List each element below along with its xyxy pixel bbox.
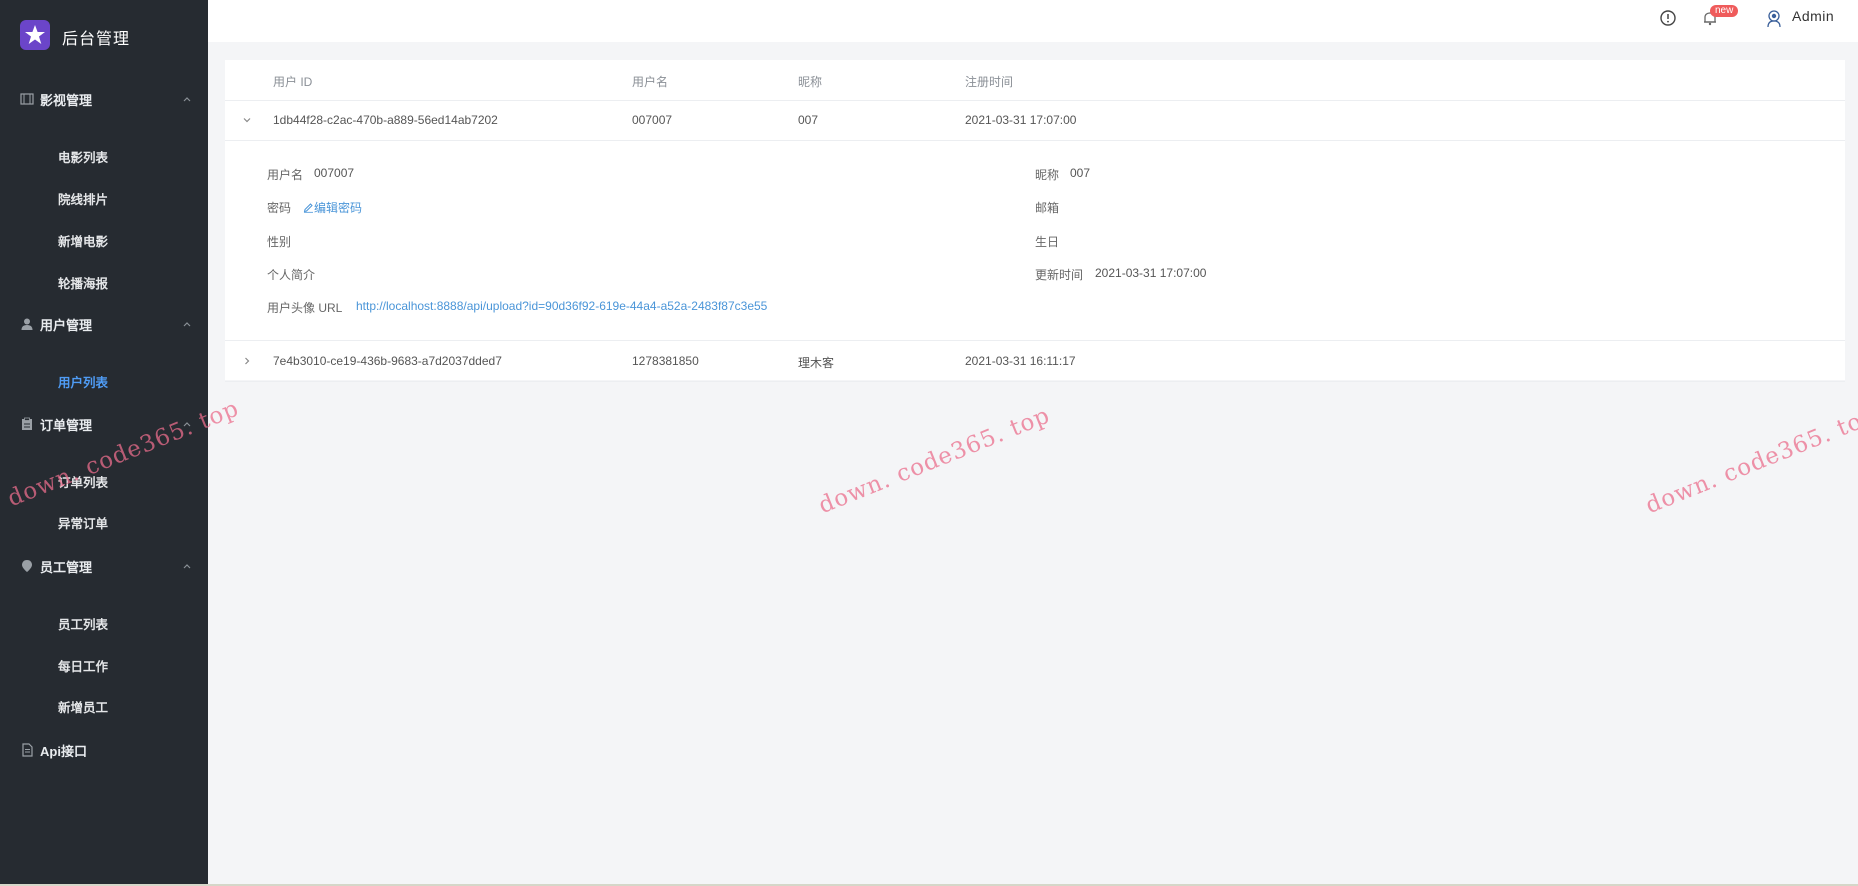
sidebar-group-label: Api接口 bbox=[40, 743, 87, 759]
row-detail-panel: 用户名 007007 昵称 007 密码 编辑密码 邮箱 性别 生日 个人简介 … bbox=[225, 140, 1845, 341]
edit-password-label: 编辑密码 bbox=[314, 201, 363, 215]
user-icon bbox=[21, 318, 33, 330]
sidebar-item-movie-list[interactable]: 电影列表 bbox=[58, 147, 108, 166]
avatar-url-link[interactable]: http://localhost:8888/api/upload?id=90d3… bbox=[356, 299, 767, 313]
detail-bio-label: 个人简介 bbox=[267, 268, 316, 282]
detail-username-label: 用户名 bbox=[267, 168, 304, 182]
cell-username: 007007 bbox=[632, 113, 673, 127]
detail-nickname-value: 007 bbox=[1070, 166, 1091, 180]
cell-nickname: 007 bbox=[798, 113, 819, 127]
brand-title: 后台管理 bbox=[62, 31, 131, 48]
info-icon[interactable] bbox=[1659, 9, 1677, 27]
brand-logo-icon bbox=[20, 20, 50, 50]
table-row[interactable]: 7e4b3010-ce19-436b-9683-a7d2037dded7 127… bbox=[225, 341, 1845, 382]
detail-gender-label: 性别 bbox=[267, 235, 292, 249]
chevron-right-icon[interactable] bbox=[239, 353, 255, 369]
table-row[interactable]: 1db44f28-c2ac-470b-a889-56ed14ab7202 007… bbox=[225, 100, 1845, 141]
column-header-username: 用户名 bbox=[632, 75, 669, 89]
sidebar-group-label: 订单管理 bbox=[40, 417, 93, 433]
cell-user-id: 1db44f28-c2ac-470b-a889-56ed14ab7202 bbox=[273, 113, 498, 127]
cell-user-id: 7e4b3010-ce19-436b-9683-a7d2037dded7 bbox=[273, 354, 502, 368]
column-header-nickname: 昵称 bbox=[798, 75, 823, 89]
chevron-up-icon bbox=[183, 564, 191, 569]
watermark: down. code365. top bbox=[1642, 402, 1858, 520]
user-menu[interactable]: Admin bbox=[1792, 8, 1834, 24]
chevron-up-icon bbox=[183, 322, 191, 327]
film-icon bbox=[20, 93, 34, 105]
cell-nickname: 理木客 bbox=[798, 356, 835, 370]
sidebar-group-staff[interactable]: 员工管理 bbox=[20, 556, 192, 576]
edit-password-link[interactable]: 编辑密码 bbox=[303, 199, 362, 216]
column-header-user-id: 用户 ID bbox=[273, 75, 313, 89]
sidebar-group-api[interactable]: Api接口 bbox=[20, 740, 192, 760]
notification-badge: new bbox=[1710, 5, 1739, 17]
column-header-register-time: 注册时间 bbox=[965, 75, 1014, 89]
chevron-down-icon[interactable] bbox=[239, 112, 255, 128]
user-table: 用户 ID 用户名 昵称 注册时间 1db44f28-c2ac-470b-a88… bbox=[225, 60, 1845, 382]
sidebar-item-cinema-schedule[interactable]: 院线排片 bbox=[58, 189, 108, 208]
detail-updated-label: 更新时间 bbox=[1035, 268, 1084, 282]
sidebar-group-label: 影视管理 bbox=[40, 92, 93, 108]
cell-register-time: 2021-03-31 16:11:17 bbox=[965, 354, 1076, 368]
clipboard-icon bbox=[22, 417, 32, 430]
watermark: down. code365. top bbox=[815, 402, 1054, 520]
detail-updated-value: 2021-03-31 17:07:00 bbox=[1095, 266, 1207, 280]
sidebar-item-staff-list[interactable]: 员工列表 bbox=[58, 614, 108, 633]
top-header bbox=[208, 0, 1858, 42]
cell-username: 1278381850 bbox=[632, 354, 699, 368]
detail-password-label: 密码 bbox=[267, 201, 292, 215]
detail-email-label: 邮箱 bbox=[1035, 201, 1060, 215]
sidebar-group-film[interactable]: 影视管理 bbox=[20, 89, 192, 109]
sidebar-group-label: 员工管理 bbox=[40, 559, 93, 575]
sidebar-group-label: 用户管理 bbox=[40, 317, 93, 333]
avatar-icon[interactable] bbox=[1764, 8, 1784, 28]
edit-icon bbox=[303, 203, 313, 213]
sidebar-item-carousel-poster[interactable]: 轮播海报 bbox=[58, 273, 108, 292]
sidebar-group-user[interactable]: 用户管理 bbox=[20, 314, 192, 334]
chevron-up-icon bbox=[183, 97, 191, 102]
sidebar-item-abnormal-order[interactable]: 异常订单 bbox=[58, 513, 108, 532]
table-header: 用户 ID 用户名 昵称 注册时间 bbox=[225, 60, 1845, 101]
detail-nickname-label: 昵称 bbox=[1035, 168, 1060, 182]
cell-register-time: 2021-03-31 17:07:00 bbox=[965, 113, 1077, 127]
detail-username-value: 007007 bbox=[314, 166, 355, 180]
sidebar-item-add-staff[interactable]: 新增员工 bbox=[58, 697, 108, 716]
location-pin-icon bbox=[22, 560, 32, 572]
sidebar-item-add-movie[interactable]: 新增电影 bbox=[58, 231, 108, 250]
sidebar-item-daily-work[interactable]: 每日工作 bbox=[58, 656, 108, 675]
detail-birthday-label: 生日 bbox=[1035, 235, 1060, 249]
detail-avatar-label: 用户头像 URL bbox=[267, 301, 343, 315]
document-icon bbox=[22, 743, 33, 757]
sidebar-item-user-list[interactable]: 用户列表 bbox=[58, 372, 108, 391]
